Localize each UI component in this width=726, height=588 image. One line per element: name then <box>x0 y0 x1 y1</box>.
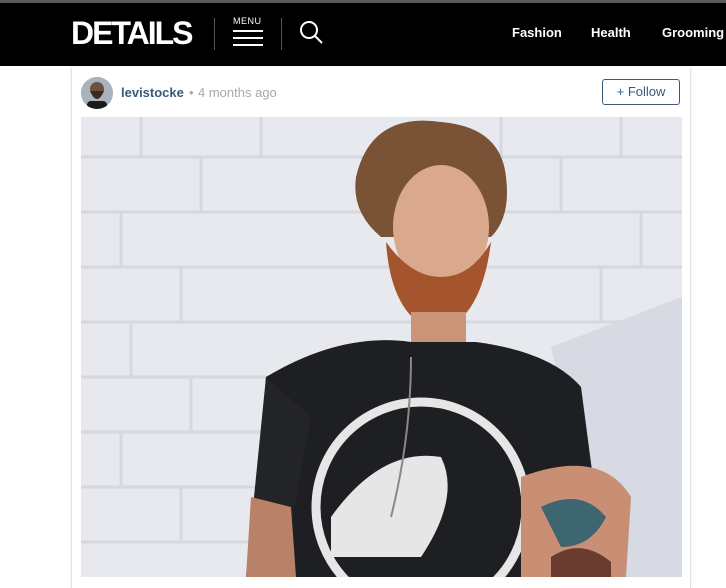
search-button[interactable] <box>298 19 326 47</box>
site-header: DETAILS MENU Fashion Health Grooming <box>0 0 726 66</box>
header-divider <box>214 18 215 50</box>
menu-button[interactable]: MENU <box>233 16 265 50</box>
avatar-image <box>81 77 113 109</box>
avatar[interactable] <box>81 77 113 109</box>
post-card: levistocke • 4 months ago + Follow <box>71 68 691 588</box>
post-photo[interactable] <box>81 117 682 577</box>
search-icon <box>300 21 323 44</box>
header-divider <box>281 18 282 50</box>
hamburger-icon-line <box>233 37 263 39</box>
site-logo[interactable]: DETAILS <box>71 14 194 52</box>
post-timestamp: 4 months ago <box>198 85 277 100</box>
menu-label: MENU <box>233 16 262 26</box>
nav-grooming[interactable]: Grooming <box>662 24 724 42</box>
follow-button[interactable]: + Follow <box>602 79 680 105</box>
post-photo-image <box>81 117 682 577</box>
hamburger-icon-line <box>233 44 263 46</box>
nav-health[interactable]: Health <box>591 24 631 42</box>
post-username[interactable]: levistocke <box>121 85 184 100</box>
meta-separator: • <box>189 85 194 100</box>
nav-fashion[interactable]: Fashion <box>512 24 562 42</box>
header-top-strip <box>0 0 726 3</box>
hamburger-icon <box>233 30 263 32</box>
